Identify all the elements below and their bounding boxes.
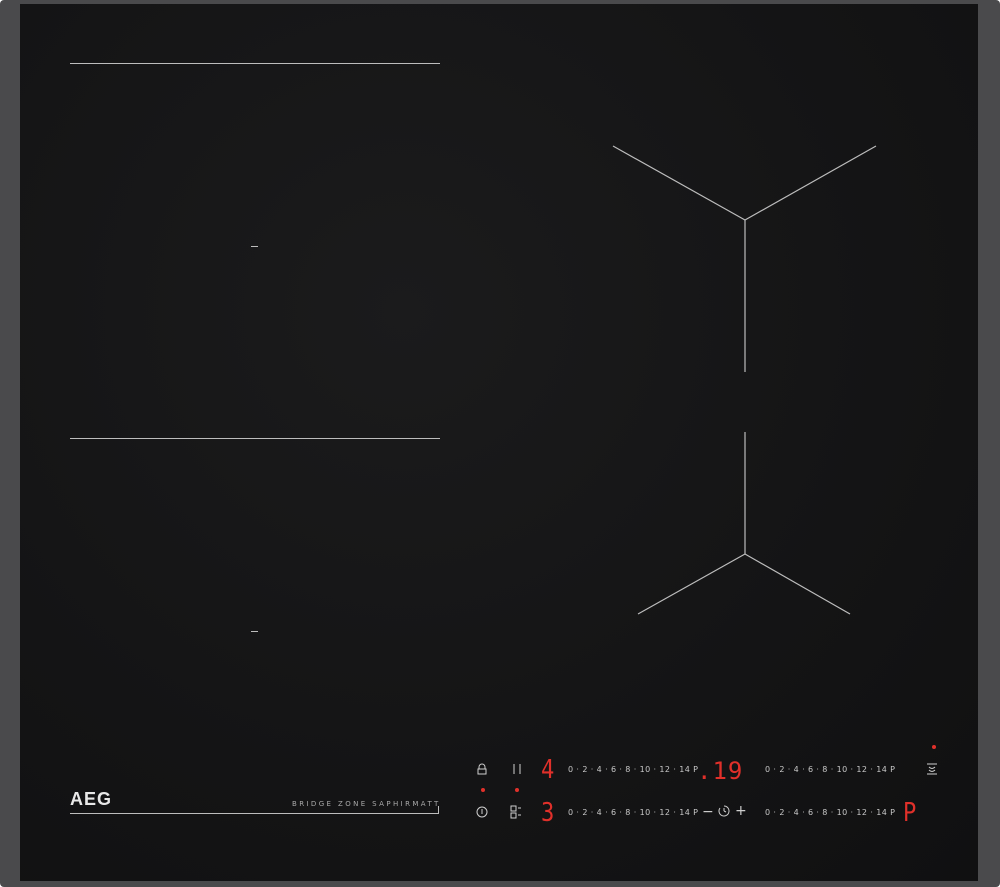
zone-3-power-slider[interactable]: 0 · 2 · 4 · 6 · 8 · 10 · 12 · 14 P [765, 765, 895, 774]
zone-2-power-slider[interactable]: 0 · 2 · 4 · 6 · 8 · 10 · 12 · 14 P [568, 808, 698, 817]
brand-underline [70, 813, 439, 814]
hob2hood-icon[interactable] [926, 762, 938, 778]
upper-zone-left-arm [612, 145, 746, 221]
model-tag: BRIDGE ZONE SAPHIRMATT [292, 800, 441, 808]
zone-4-power-slider[interactable]: 0 · 2 · 4 · 6 · 8 · 10 · 12 · 14 P [765, 808, 895, 817]
zone-2-power-display: 3 [541, 798, 555, 828]
hob2hood-indicator-led [932, 745, 936, 749]
zone-1-power-slider[interactable]: 0 · 2 · 4 · 6 · 8 · 10 · 12 · 14 P [568, 765, 698, 774]
timer-icon[interactable] [718, 805, 730, 819]
brand-underline-tick [438, 806, 439, 814]
lower-zone-left-arm [637, 553, 746, 615]
power-icon[interactable] [476, 806, 488, 820]
timer-plus-button[interactable]: + [735, 804, 747, 818]
induction-hob: AEG BRIDGE ZONE SAPHIRMATT 4 0 · 2 · 4 ·… [0, 0, 1000, 887]
timer-minus-button[interactable]: − [702, 805, 714, 819]
upper-zone-right-arm [744, 145, 877, 221]
pause-indicator-led [515, 788, 519, 792]
zone-1-power-display: 4 [541, 755, 555, 785]
lock-indicator-led [481, 788, 485, 792]
zone-4-power-display: P [903, 798, 917, 828]
timer-display: .19 [697, 757, 744, 785]
pause-icon[interactable] [512, 763, 522, 777]
right-zone-markings [612, 145, 877, 615]
lower-zone-right-arm [744, 553, 851, 615]
bridge-icon[interactable] [510, 805, 522, 821]
lock-icon[interactable] [476, 763, 488, 777]
brand-logo: AEG [70, 789, 113, 809]
